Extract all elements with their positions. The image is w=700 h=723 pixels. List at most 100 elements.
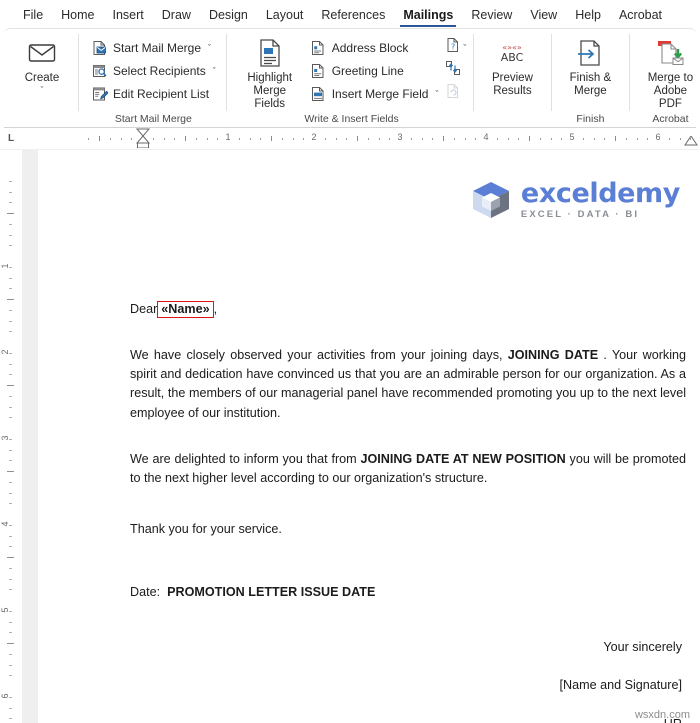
ruler-tick: [249, 137, 251, 140]
ruler-tick: [324, 137, 326, 140]
edit-recipient-list-button[interactable]: Edit Recipient List: [87, 82, 220, 105]
ribbon-group-preview-results: «»«» ABC Preview Results ˇ: [473, 29, 551, 127]
insert-merge-field-button[interactable]: Insert Merge Field ˇ: [306, 82, 443, 105]
tab-file[interactable]: File: [14, 6, 52, 28]
ribbon-group-finish: Finish & Merge Finish: [551, 29, 629, 127]
document-body[interactable]: Dear «Name», We have closely observed you…: [130, 300, 686, 723]
horizontal-ruler-track[interactable]: 1 2 3 4 5 6: [22, 128, 700, 150]
ruler-tick: [9, 589, 12, 591]
indent-markers-icon[interactable]: [135, 128, 151, 148]
envelope-icon: [28, 36, 56, 70]
ruler-tick: [604, 137, 606, 140]
ruler-tick: [475, 137, 477, 140]
ruler-tick: [7, 643, 14, 644]
document-page[interactable]: exceldemy EXCEL · DATA · BI Dear «Name», …: [38, 150, 700, 723]
finish-merge-icon: [575, 36, 605, 70]
tab-draw[interactable]: Draw: [153, 6, 200, 28]
ruler-number: 5: [569, 131, 575, 142]
ruler-tick: [443, 135, 444, 141]
ruler-tick: [507, 137, 509, 140]
ruler-tick: [99, 135, 100, 141]
ruler-tick: [9, 395, 12, 397]
document-canvas: exceldemy EXCEL · DATA · BI Dear «Name», …: [22, 150, 700, 723]
ruler-tick: [88, 137, 90, 140]
tab-review[interactable]: Review: [462, 6, 521, 28]
sign-off: Your sincerely: [603, 640, 682, 655]
ruler-tick: [9, 234, 12, 236]
tab-layout[interactable]: Layout: [257, 6, 313, 28]
tab-help[interactable]: Help: [566, 6, 610, 28]
ruler-tick: [7, 385, 14, 386]
ruler-tick: [367, 137, 369, 140]
horizontal-ruler[interactable]: L 1 2 3 4 5 6: [0, 128, 700, 150]
tab-mailings[interactable]: Mailings: [394, 6, 462, 28]
ruler-tick: [464, 137, 466, 140]
select-recipients-chevron-down-icon[interactable]: ˇ: [213, 66, 216, 76]
ruler-tick: [206, 137, 208, 140]
ruler-tick: [9, 363, 12, 365]
thanks-line: Thank you for your service.: [130, 521, 282, 536]
create-caret-icon[interactable]: ˇ: [41, 85, 44, 95]
tab-view[interactable]: View: [521, 6, 566, 28]
start-mail-merge-button[interactable]: Start Mail Merge ˇ: [87, 36, 220, 59]
date-label: Date:: [130, 585, 161, 600]
ruler-tick: [185, 135, 186, 141]
ruler-tick: [7, 557, 14, 558]
insert-merge-field-label: Insert Merge Field: [331, 86, 429, 101]
doc-envelope-icon: [91, 39, 108, 56]
ruler-tick: [9, 567, 12, 569]
paragraph-2: We are delighted to inform you that from…: [130, 450, 686, 488]
rules-button[interactable]: ? ˇ: [442, 36, 469, 59]
salutation-line: Dear «Name»,: [130, 300, 686, 319]
ruler-number: 2: [0, 349, 10, 355]
ruler-tick: [9, 503, 12, 505]
match-fields-button[interactable]: [442, 59, 469, 82]
preview-results-button[interactable]: «»«» ABC Preview Results ˇ: [483, 32, 541, 98]
paragraph-2-bold-field: JOINING DATE AT NEW POSITION: [360, 451, 566, 466]
match-fields-icon: [445, 60, 461, 81]
highlight-merge-fields-label: Highlight Merge Fields: [247, 72, 293, 110]
tab-design[interactable]: Design: [200, 6, 257, 28]
finish-and-merge-button[interactable]: Finish & Merge: [561, 32, 619, 98]
insert-merge-field-chevron-down-icon[interactable]: ˇ: [435, 89, 438, 99]
ruler-number: 3: [397, 131, 403, 142]
tab-home[interactable]: Home: [52, 6, 103, 28]
ruler-tick: [9, 202, 12, 204]
ruler-number: 3: [0, 435, 10, 441]
address-block-button[interactable]: Address Block: [306, 36, 443, 59]
select-recipients-button[interactable]: Select Recipients ˇ: [87, 59, 220, 82]
salutation-prefix: Dear: [130, 302, 158, 316]
address-block-icon: [310, 39, 327, 56]
rules-icon: ?: [445, 37, 461, 58]
logo-container: exceldemy EXCEL · DATA · BI: [130, 172, 686, 228]
create-button[interactable]: Create ˇ: [16, 32, 68, 95]
ruler-tick: [346, 137, 348, 140]
merge-field-name[interactable]: «Name»: [157, 301, 214, 319]
ruler-tick: [410, 137, 412, 140]
tab-insert[interactable]: Insert: [104, 6, 153, 28]
finish-and-merge-label: Finish & Merge: [569, 72, 612, 97]
svg-text:?: ?: [451, 43, 455, 52]
ruler-tick: [453, 137, 455, 140]
start-mail-merge-chevron-down-icon[interactable]: ˇ: [208, 43, 211, 53]
ruler-tick: [9, 288, 12, 290]
ruler-tick: [625, 137, 627, 140]
ribbon-group-preview-results-label: [483, 112, 541, 127]
vertical-ruler[interactable]: 1 2 3 4 5 6: [0, 150, 22, 723]
tab-acrobat[interactable]: Acrobat: [610, 6, 671, 28]
highlight-merge-fields-icon: [256, 36, 284, 70]
greeting-line-icon: [310, 62, 327, 79]
highlight-merge-fields-button[interactable]: Highlight Merge Fields: [234, 32, 306, 111]
ruler-tick: [335, 137, 337, 140]
ruler-tick: [561, 137, 563, 140]
paragraph-1-bold-field: JOINING DATE: [507, 348, 599, 363]
greeting-line-button[interactable]: Greeting Line: [306, 59, 443, 82]
merge-to-adobe-pdf-button[interactable]: Merge to Adobe PDF: [639, 32, 700, 111]
abc-preview-icon: «»«» ABC: [495, 36, 529, 70]
ruler-tick: [281, 137, 283, 140]
ruler-tick: [9, 492, 12, 494]
signature-placeholder: [Name and Signature]: [559, 678, 682, 693]
tab-stop-selector[interactable]: L: [0, 133, 22, 144]
tab-references[interactable]: References: [312, 6, 394, 28]
rules-chevron-down-icon[interactable]: ˇ: [463, 43, 466, 53]
